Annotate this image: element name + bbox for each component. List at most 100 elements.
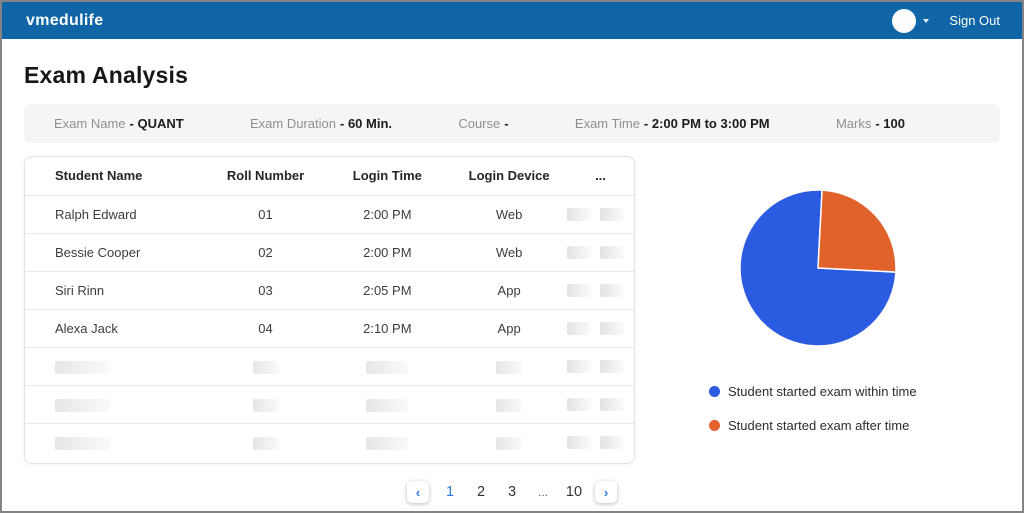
cell-actions bbox=[566, 195, 634, 234]
table-row: Siri Rinn 03 2:05 PM App bbox=[25, 271, 634, 310]
info-value: - 2:00 PM to 3:00 PM bbox=[643, 116, 770, 131]
cell-login-time: 2:10 PM bbox=[323, 309, 452, 348]
user-menu[interactable] bbox=[892, 8, 930, 33]
action-button-placeholder[interactable] bbox=[566, 283, 591, 297]
placeholder-block bbox=[252, 360, 279, 374]
cell-login-time bbox=[323, 385, 452, 424]
action-button-placeholder[interactable] bbox=[566, 245, 591, 259]
cell-actions bbox=[566, 271, 634, 310]
table-header-row: Student Name Roll Number Login Time Logi… bbox=[25, 157, 634, 196]
column-header-student-name: Student Name bbox=[25, 157, 208, 196]
exam-info-item: Marks - 100 bbox=[836, 116, 905, 131]
action-button-placeholder bbox=[566, 435, 591, 449]
pagination-page-1[interactable]: 1 bbox=[440, 484, 460, 500]
cell-roll-number: 03 bbox=[207, 271, 324, 310]
info-label: Exam Duration bbox=[250, 116, 336, 131]
cell-student-name: Siri Rinn bbox=[25, 271, 208, 310]
column-header-login-time: Login Time bbox=[323, 157, 452, 196]
pagination-prev-button[interactable]: ‹ bbox=[407, 481, 429, 503]
cell-login-device: App bbox=[451, 271, 567, 310]
cell-login-time: 2:05 PM bbox=[323, 271, 452, 310]
column-header-login-device: Login Device bbox=[451, 157, 567, 196]
action-button-placeholder[interactable] bbox=[566, 321, 591, 335]
chart-legend: Student started exam within time Student … bbox=[709, 384, 917, 433]
exam-info-item: Exam Duration - 60 Min. bbox=[250, 116, 392, 131]
pagination-page-2[interactable]: 2 bbox=[471, 484, 491, 500]
top-navbar: vmedulife Sign Out bbox=[2, 2, 1022, 39]
placeholder-block bbox=[55, 436, 110, 450]
cell-roll-number bbox=[207, 385, 324, 424]
placeholder-block bbox=[496, 360, 523, 374]
legend-item: Student started exam within time bbox=[709, 384, 917, 399]
cell-login-device bbox=[451, 385, 567, 424]
table-row bbox=[25, 385, 634, 424]
cell-student-name: Ralph Edward bbox=[25, 195, 208, 234]
placeholder-block bbox=[366, 436, 409, 450]
pagination: ‹ 1 2 3... 10 › bbox=[24, 481, 1000, 503]
action-button-placeholder[interactable] bbox=[599, 321, 624, 335]
legend-label: Student started exam within time bbox=[728, 384, 917, 399]
action-button-placeholder[interactable] bbox=[599, 245, 624, 259]
cell-actions bbox=[566, 347, 634, 386]
cell-roll-number: 02 bbox=[207, 233, 324, 272]
cell-actions bbox=[566, 385, 634, 424]
action-button-placeholder[interactable] bbox=[599, 283, 624, 297]
cell-student-name bbox=[25, 423, 208, 461]
legend-label: Student started exam after time bbox=[728, 418, 910, 433]
info-value: - 60 Min. bbox=[340, 116, 393, 131]
action-button-placeholder bbox=[566, 397, 591, 411]
row-actions bbox=[566, 435, 634, 449]
info-value: - QUANT bbox=[129, 116, 184, 131]
exam-chart-area: Student started exam within time Student … bbox=[635, 156, 1000, 464]
pagination-next-button[interactable]: › bbox=[595, 481, 617, 503]
exam-info-item: Exam Time - 2:00 PM to 3:00 PM bbox=[575, 116, 770, 131]
action-button-placeholder[interactable] bbox=[599, 207, 624, 221]
action-button-placeholder[interactable] bbox=[566, 207, 591, 221]
action-button-placeholder bbox=[566, 359, 591, 373]
row-actions bbox=[566, 207, 634, 221]
row-actions bbox=[566, 397, 634, 411]
table-row bbox=[25, 347, 634, 386]
placeholder-block bbox=[55, 398, 110, 412]
chevron-down-icon[interactable] bbox=[923, 18, 930, 23]
cell-login-device bbox=[451, 423, 567, 461]
info-label: Exam Name bbox=[54, 116, 126, 131]
cell-student-name bbox=[25, 347, 208, 386]
students-table-card: Student Name Roll Number Login Time Logi… bbox=[24, 156, 635, 464]
cell-login-time bbox=[323, 347, 452, 386]
action-button-placeholder bbox=[599, 435, 624, 449]
table-row: Alexa Jack 04 2:10 PM App bbox=[25, 309, 634, 348]
row-actions bbox=[566, 283, 634, 297]
info-label: Exam Time bbox=[574, 116, 640, 131]
pie-slice-1 bbox=[816, 189, 897, 273]
row-actions bbox=[566, 359, 634, 373]
exam-info-item: Course - bbox=[458, 116, 508, 131]
cell-roll-number: 01 bbox=[207, 195, 324, 234]
info-label: Marks bbox=[835, 116, 872, 131]
exam-info-bar: Exam Name - QUANT Exam Duration - 60 Min. Co… bbox=[24, 104, 1000, 143]
pagination-page-3[interactable]: 3 bbox=[502, 484, 522, 500]
brand-logo[interactable]: vmedulife bbox=[26, 12, 103, 30]
action-button-placeholder bbox=[599, 397, 624, 411]
cell-roll-number bbox=[208, 423, 324, 461]
column-header-roll-number: Roll Number bbox=[207, 157, 324, 196]
cell-roll-number: 04 bbox=[207, 309, 324, 348]
main-content: Exam Analysis Exam Name - QUANT Exam Durat… bbox=[2, 62, 1022, 503]
app-window: vmedulife Sign Out Exam Analysis Exam Na… bbox=[0, 0, 1024, 513]
cell-actions bbox=[566, 423, 634, 461]
action-button-placeholder bbox=[599, 359, 624, 373]
cell-student-name: Alexa Jack bbox=[25, 309, 208, 348]
cell-login-device bbox=[451, 347, 567, 386]
placeholder-block bbox=[252, 398, 279, 412]
info-value: - bbox=[504, 116, 509, 131]
page-title: Exam Analysis bbox=[24, 62, 189, 88]
placeholder-block bbox=[55, 360, 110, 374]
legend-color-dot bbox=[709, 386, 720, 397]
cell-login-device: App bbox=[451, 309, 567, 348]
legend-item: Student started exam after time bbox=[709, 418, 917, 433]
avatar[interactable] bbox=[892, 8, 917, 33]
sign-out-button[interactable]: Sign Out bbox=[949, 13, 1000, 28]
pagination-page-10[interactable]: 10 bbox=[564, 484, 584, 500]
cell-login-time: 2:00 PM bbox=[323, 195, 452, 234]
info-value: - 100 bbox=[875, 116, 905, 131]
